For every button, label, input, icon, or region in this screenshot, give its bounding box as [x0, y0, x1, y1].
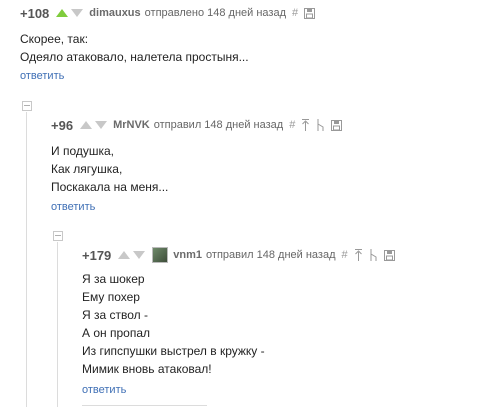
comment-tools: #	[342, 249, 395, 261]
comment-body: Я за шокер Ему похер Я за ствол - А он п…	[82, 270, 265, 378]
comment-author[interactable]: dimauxus	[89, 7, 140, 19]
parent-icon[interactable]	[301, 119, 310, 131]
link-hash-icon[interactable]: #	[342, 249, 348, 261]
comment-header: +108 dimauxus отправлено 148 дней назад …	[20, 4, 316, 22]
comment-body: И подушка, Как лягушка, Поскакала на мен…	[51, 142, 168, 196]
branch-icon[interactable]	[369, 249, 378, 261]
comment-rating: +108	[20, 5, 50, 21]
divider	[82, 405, 207, 406]
parent-icon[interactable]	[354, 249, 363, 261]
comment-line: Как лягушка,	[51, 162, 123, 176]
link-hash-icon[interactable]: #	[289, 119, 295, 131]
collapse-thread-icon[interactable]	[22, 101, 32, 111]
comment-header: +96 MrNVK отправил 148 дней назад #	[51, 116, 343, 134]
comment-line: Ему похер	[82, 290, 140, 304]
vote-controls	[55, 8, 84, 18]
comment-body: Скорее, так: Одеяло атаковало, налетела …	[20, 30, 249, 66]
comment-timestamp: отправил 148 дней назад	[153, 119, 284, 131]
comment-line: А он пропал	[82, 326, 150, 340]
save-icon[interactable]	[383, 249, 395, 261]
save-icon[interactable]	[304, 7, 316, 19]
comment-line: Одеяло атаковало, налетела простыня...	[20, 50, 249, 64]
vote-down-icon[interactable]	[94, 120, 108, 130]
comment-line: Из гипспушки выстрел в кружку -	[82, 344, 265, 358]
comment-line: Мимик вновь атаковал!	[82, 362, 212, 376]
avatar[interactable]	[152, 247, 169, 263]
comment-line: Я за шокер	[82, 272, 145, 286]
comment-tools: #	[292, 7, 316, 19]
comment-line: Я за ствол -	[82, 308, 148, 322]
reply-link[interactable]: ответить	[20, 70, 64, 82]
vote-up-icon[interactable]	[55, 8, 69, 18]
vote-up-icon[interactable]	[117, 250, 131, 260]
save-icon[interactable]	[331, 119, 343, 131]
comment-line: Скорее, так:	[20, 32, 89, 46]
comment-line: И подушка,	[51, 144, 115, 158]
vote-down-icon[interactable]	[132, 250, 146, 260]
reply-link[interactable]: ответить	[82, 384, 126, 396]
comment-author[interactable]: vnm1	[173, 249, 202, 261]
comment-author[interactable]: MrNVK	[113, 119, 150, 131]
comment-timestamp: отправил 148 дней назад	[206, 249, 336, 261]
comment-line: Поскакала на меня...	[51, 180, 169, 194]
comment-rating: +96	[51, 117, 74, 133]
comment-tools: #	[289, 119, 343, 131]
thread-line	[26, 112, 27, 407]
thread-line	[57, 242, 58, 407]
link-hash-icon[interactable]: #	[292, 7, 298, 19]
branch-icon[interactable]	[316, 119, 325, 131]
vote-controls	[117, 250, 146, 260]
comment-header: +179 vnm1 отправил 148 дней назад #	[82, 246, 395, 264]
reply-link[interactable]: ответить	[51, 201, 95, 213]
comment-rating: +179	[82, 247, 112, 263]
vote-down-icon[interactable]	[70, 8, 84, 18]
comment-timestamp: отправлено 148 дней назад	[144, 7, 287, 19]
collapse-thread-icon[interactable]	[53, 231, 63, 241]
vote-up-icon[interactable]	[79, 120, 93, 130]
vote-controls	[79, 120, 108, 130]
